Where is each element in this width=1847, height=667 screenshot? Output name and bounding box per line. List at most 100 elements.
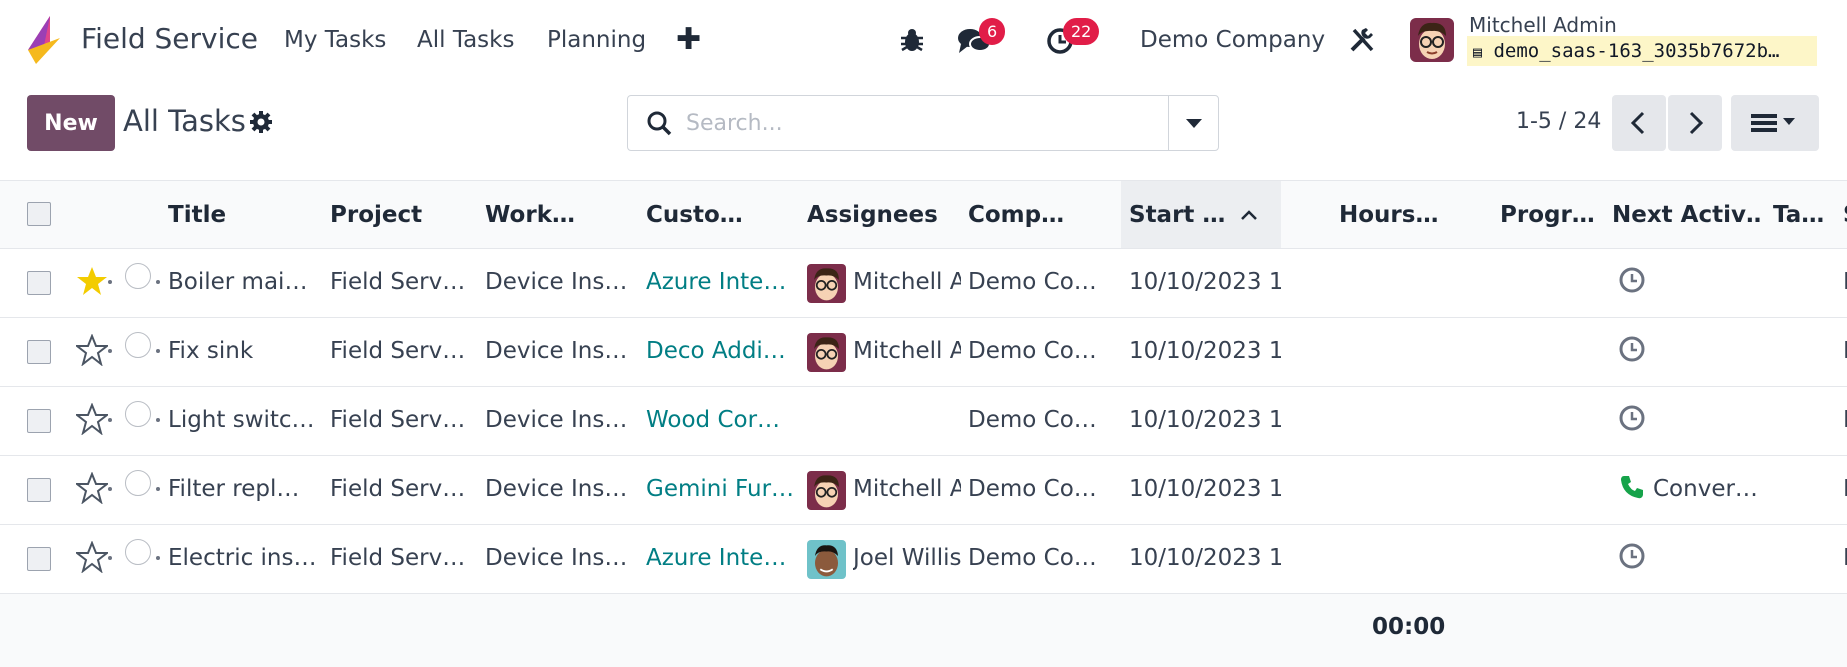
- favorite-star-icon[interactable]: [76, 334, 108, 366]
- assignee-avatar: [807, 264, 846, 303]
- star-dot: [108, 556, 112, 560]
- status-circle-icon[interactable]: [125, 539, 151, 565]
- cell-customer[interactable]: Azure Inte…: [646, 269, 792, 295]
- cell-company: Demo Co…: [968, 545, 1097, 571]
- col-project[interactable]: Project: [330, 202, 470, 228]
- company-switcher[interactable]: Demo Company: [1140, 27, 1325, 53]
- gear-icon[interactable]: [249, 110, 273, 134]
- phone-icon[interactable]: [1618, 473, 1646, 501]
- search-input[interactable]: [686, 106, 1136, 140]
- developer-tools-icon[interactable]: [1348, 26, 1376, 54]
- chevron-right-icon: [1689, 111, 1704, 135]
- favorite-star-icon[interactable]: [76, 541, 108, 573]
- table-row[interactable]: Filter repl… Field Serv… Device Ins… Gem…: [0, 456, 1847, 525]
- cell-stage-cut: N: [1843, 545, 1847, 571]
- add-menu-button[interactable]: ✚: [676, 22, 701, 57]
- row-checkbox[interactable]: [27, 478, 51, 502]
- pager-value[interactable]: 1-5 / 24: [1516, 109, 1601, 134]
- row-checkbox[interactable]: [27, 271, 51, 295]
- cell-stage-cut: N: [1843, 407, 1847, 433]
- favorite-star-icon[interactable]: [76, 265, 108, 297]
- database-name: ▤ demo_saas-163_3035b7672b…: [1467, 36, 1817, 66]
- database-name-text: demo_saas-163_3035b7672b…: [1493, 40, 1780, 62]
- star-dot: [108, 349, 112, 353]
- search-options-toggle[interactable]: [1168, 96, 1218, 150]
- favorite-star-icon[interactable]: [76, 472, 108, 504]
- cell-company: Demo Co…: [968, 476, 1097, 502]
- col-tags[interactable]: Ta…: [1773, 202, 1833, 228]
- cell-title: Light switc…: [168, 407, 314, 433]
- col-worksheet[interactable]: Work…: [485, 202, 625, 228]
- activity-clock-icon[interactable]: [1618, 335, 1646, 363]
- status-dot: [156, 349, 160, 353]
- status-circle-icon[interactable]: [125, 332, 151, 358]
- cell-customer[interactable]: Deco Addi…: [646, 338, 792, 364]
- cell-worksheet: Device Ins…: [485, 407, 625, 433]
- star-dot: [108, 418, 112, 422]
- top-navbar: Field Service My Tasks All Tasks Plannin…: [0, 0, 1847, 80]
- row-checkbox[interactable]: [27, 547, 51, 571]
- status-circle-icon[interactable]: [125, 263, 151, 289]
- cell-assignee: Joel Willis: [853, 545, 961, 571]
- cell-company: Demo Co…: [968, 269, 1097, 295]
- activity-clock-icon[interactable]: [1618, 542, 1646, 570]
- user-avatar[interactable]: [1410, 18, 1454, 62]
- row-checkbox[interactable]: [27, 340, 51, 364]
- col-progress[interactable]: Progr…: [1500, 202, 1600, 228]
- cell-worksheet: Device Ins…: [485, 269, 625, 295]
- col-assignees[interactable]: Assignees: [807, 202, 947, 228]
- page-title[interactable]: All Tasks: [123, 104, 246, 138]
- pager-next-button[interactable]: [1668, 95, 1722, 151]
- menu-all-tasks[interactable]: All Tasks: [417, 27, 514, 53]
- pager-previous-button[interactable]: [1612, 95, 1666, 151]
- select-all-checkbox[interactable]: [27, 202, 51, 226]
- activity-clock-icon[interactable]: [1618, 266, 1646, 294]
- cell-customer[interactable]: Azure Inte…: [646, 545, 792, 571]
- menu-planning[interactable]: Planning: [547, 27, 646, 53]
- cell-stage-cut: N: [1843, 269, 1847, 295]
- col-hours[interactable]: Hours…: [1339, 202, 1479, 228]
- assignee-avatar: [807, 540, 846, 579]
- col-company[interactable]: Comp…: [968, 202, 1108, 228]
- new-button[interactable]: New: [27, 95, 115, 151]
- cell-project: Field Serv…: [330, 476, 466, 502]
- cell-customer[interactable]: Gemini Fur…: [646, 476, 792, 502]
- status-dot: [156, 487, 160, 491]
- row-checkbox[interactable]: [27, 409, 51, 433]
- cell-customer[interactable]: Wood Cor…: [646, 407, 792, 433]
- view-switcher-button[interactable]: [1731, 95, 1819, 151]
- app-name[interactable]: Field Service: [81, 22, 258, 55]
- field-service-logo[interactable]: [26, 16, 62, 64]
- sort-ascending-icon[interactable]: [1240, 208, 1258, 222]
- assignee-avatar: [807, 333, 846, 372]
- col-start-date[interactable]: Start …: [1129, 202, 1229, 228]
- cell-project: Field Serv…: [330, 545, 466, 571]
- col-customer[interactable]: Custo…: [646, 202, 786, 228]
- cell-stage-cut: N: [1843, 338, 1847, 364]
- favorite-star-icon[interactable]: [76, 403, 108, 435]
- activity-clock-icon[interactable]: [1618, 404, 1646, 432]
- cell-title: Filter repl…: [168, 476, 300, 502]
- col-next-activity[interactable]: Next Activ…: [1612, 202, 1762, 228]
- col-stage-cut[interactable]: S: [1843, 202, 1847, 228]
- status-circle-icon[interactable]: [125, 470, 151, 496]
- cell-project: Field Serv…: [330, 338, 466, 364]
- table-row[interactable]: Fix sink Field Serv… Device Ins… Deco Ad…: [0, 318, 1847, 387]
- cell-start-date: 10/10/2023 14: [1129, 338, 1281, 364]
- table-row[interactable]: Light switc… Field Serv… Device Ins… Woo…: [0, 387, 1847, 456]
- cell-worksheet: Device Ins…: [485, 476, 625, 502]
- col-title[interactable]: Title: [168, 202, 308, 228]
- cell-stage-cut: N: [1843, 476, 1847, 502]
- status-dot: [156, 280, 160, 284]
- table-row[interactable]: Boiler mai… Field Serv… Device Ins… Azur…: [0, 249, 1847, 318]
- bug-icon[interactable]: [898, 26, 926, 54]
- user-name[interactable]: Mitchell Admin: [1469, 13, 1617, 37]
- cell-assignee: Mitchell Ad: [853, 476, 961, 502]
- cell-start-date: 10/10/2023 15: [1129, 476, 1281, 502]
- menu-my-tasks[interactable]: My Tasks: [284, 27, 386, 53]
- status-circle-icon[interactable]: [125, 401, 151, 427]
- database-icon: ▤: [1473, 43, 1483, 61]
- cell-start-date: 10/10/2023 15: [1129, 545, 1281, 571]
- table-row[interactable]: Electric ins… Field Serv… Device Ins… Az…: [0, 525, 1847, 594]
- cell-worksheet: Device Ins…: [485, 545, 625, 571]
